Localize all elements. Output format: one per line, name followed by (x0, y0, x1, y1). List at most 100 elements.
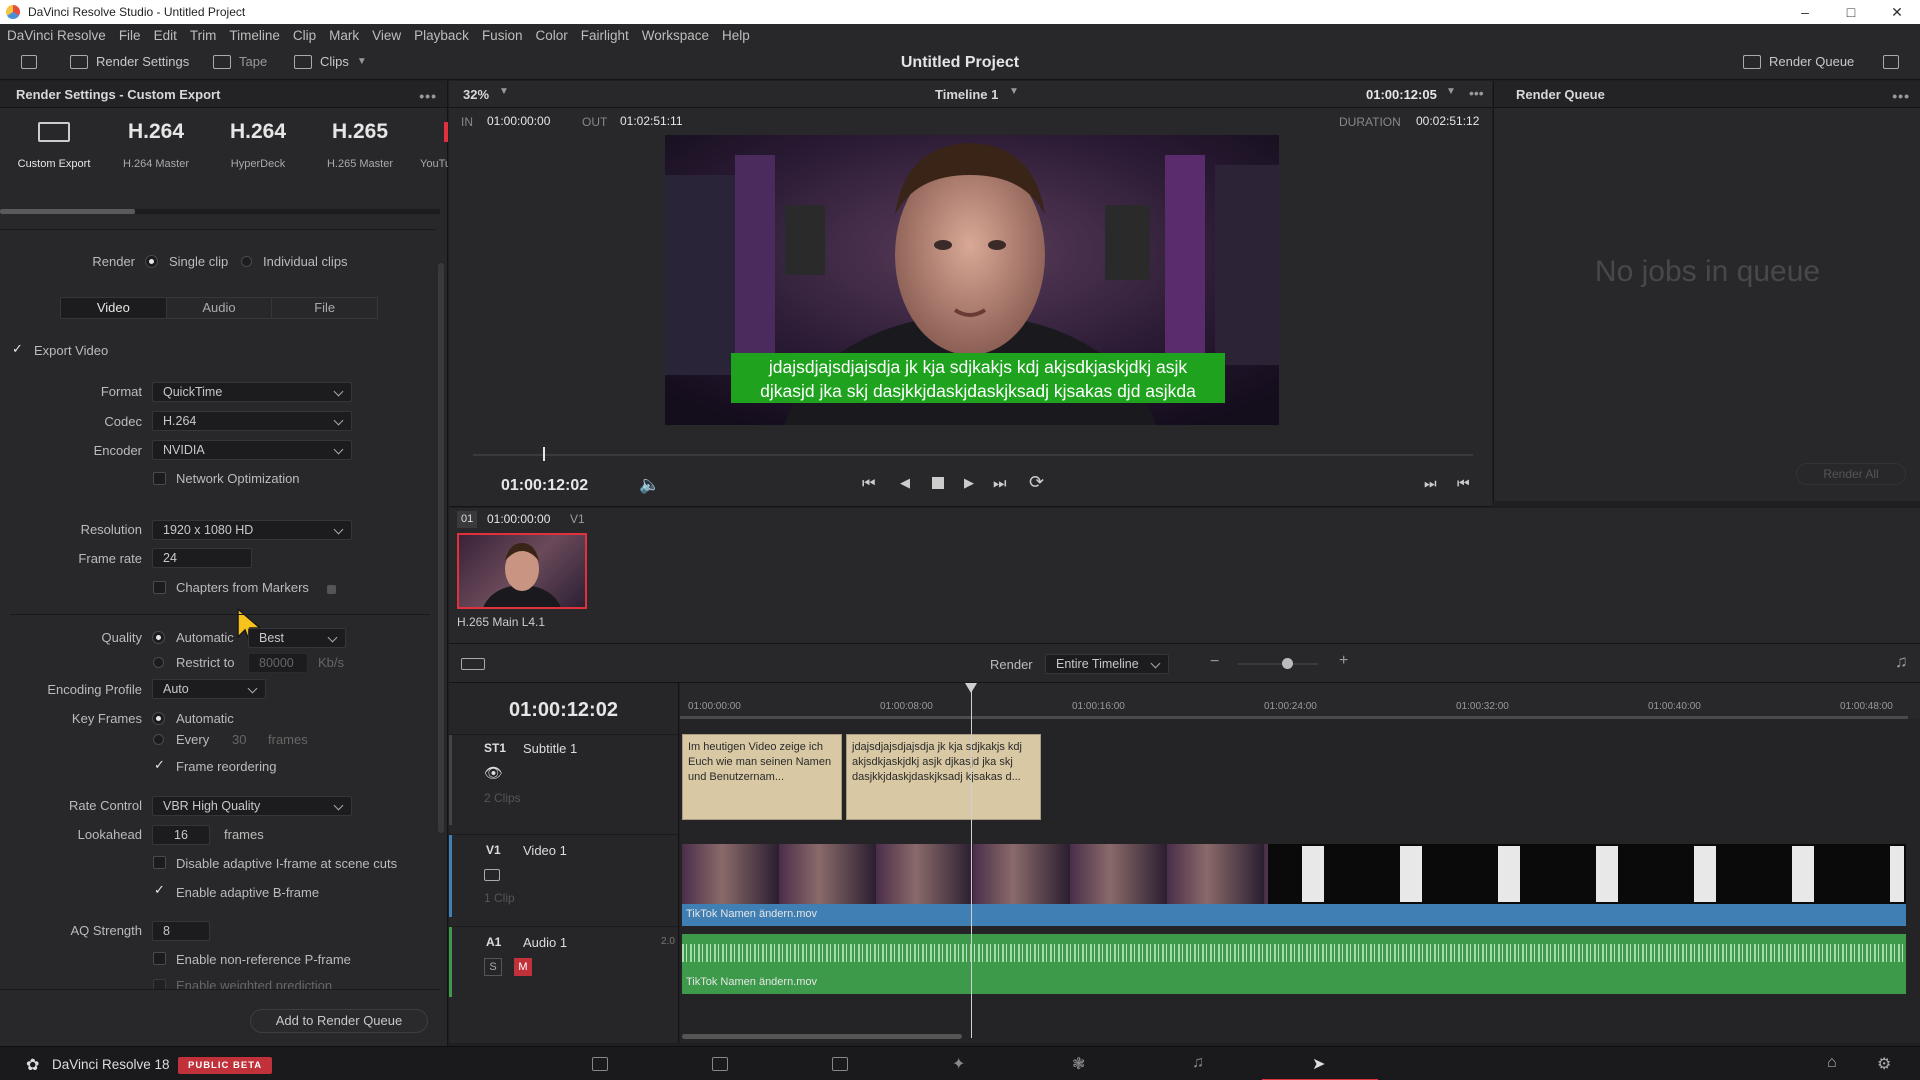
render-all-button[interactable]: Render All (1796, 463, 1906, 485)
adaptive-bframe-checkbox[interactable] (153, 882, 166, 898)
menu-view[interactable]: View (372, 28, 401, 43)
frame-reordering-checkbox[interactable] (153, 757, 166, 773)
restrict-bitrate-field[interactable]: 80000 (248, 653, 308, 673)
timeline-zoom-slider[interactable] (1238, 658, 1318, 669)
edit-page-icon[interactable] (832, 1057, 848, 1071)
menu-mark[interactable]: Mark (329, 28, 359, 43)
fusion-page-icon[interactable]: ✦ (952, 1054, 965, 1074)
settings-scrollbar[interactable] (438, 263, 444, 833)
close-button[interactable]: ✕ (1874, 0, 1920, 24)
monitor-icon[interactable] (21, 55, 37, 69)
next-clip-icon[interactable]: ⏭ (1424, 475, 1437, 492)
zoom-in-icon[interactable]: + (1339, 652, 1348, 670)
menu-file[interactable]: File (119, 28, 141, 43)
menu-workspace[interactable]: Workspace (642, 28, 709, 43)
color-page-icon[interactable]: ❃ (1072, 1054, 1085, 1074)
reverse-play-icon[interactable]: ◀ (900, 475, 910, 491)
add-to-render-queue-button[interactable]: Add to Render Queue (250, 1009, 428, 1033)
play-icon[interactable]: ▶ (964, 475, 974, 491)
subtitle-clip[interactable]: jdajsdjajsdjajsdja jk kja sdjkakjs kdj a… (846, 734, 1041, 820)
audio-track-name[interactable]: Audio 1 (523, 935, 567, 950)
menu-davinci[interactable]: DaVinci Resolve (7, 28, 106, 43)
encoding-profile-dropdown[interactable]: Auto (152, 679, 266, 699)
scrubber-track[interactable] (473, 447, 1473, 461)
scrubber-playhead[interactable] (543, 447, 545, 461)
more-options-icon[interactable]: ••• (419, 88, 437, 104)
framerate-field[interactable]: 24 (152, 548, 252, 568)
timeline-playhead[interactable] (965, 683, 977, 1038)
home-icon[interactable]: ⌂ (1827, 1054, 1837, 1072)
zoom-out-icon[interactable]: − (1210, 653, 1219, 671)
timeline-scrollbar[interactable] (682, 1034, 962, 1039)
timeline-ruler[interactable]: 01:00:00:00 01:00:08:00 01:00:16:00 01:0… (680, 683, 1920, 719)
keyframes-automatic-radio[interactable] (153, 713, 164, 724)
network-optimization-checkbox[interactable] (153, 472, 166, 485)
loop-icon[interactable]: ⟳ (1029, 472, 1044, 493)
solo-button[interactable]: S (484, 958, 502, 976)
nonref-pframe-checkbox[interactable] (153, 952, 166, 965)
preset-hyperdeck[interactable]: H.264 HyperDeck (208, 116, 308, 170)
tab-audio[interactable]: Audio (167, 298, 273, 318)
minimize-button[interactable]: – (1782, 0, 1828, 24)
video-output-icon[interactable] (484, 869, 500, 881)
settings-gear-icon[interactable]: ⚙ (1877, 1054, 1891, 1074)
codec-dropdown[interactable]: H.264 (152, 411, 352, 431)
restrict-to-radio[interactable] (153, 657, 164, 668)
quality-automatic-radio[interactable] (153, 632, 164, 643)
video-track-name[interactable]: Video 1 (523, 843, 567, 858)
video-preview[interactable]: jdajsdjajsdjajsdja jk kja sdjkakjs kdj a… (665, 135, 1279, 425)
menu-playback[interactable]: Playback (414, 28, 469, 43)
menu-color[interactable]: Color (535, 28, 567, 43)
menu-timeline[interactable]: Timeline (229, 28, 280, 43)
viewer-options-icon[interactable]: ••• (1469, 85, 1484, 101)
encoder-dropdown[interactable]: NVIDIA (152, 440, 352, 460)
eye-icon[interactable]: 👁 (484, 764, 503, 782)
marker-color-icon[interactable] (327, 585, 336, 594)
menu-fusion[interactable]: Fusion (482, 28, 523, 43)
menu-help[interactable]: Help (722, 28, 750, 43)
preset-h264-master[interactable]: H.264 H.264 Master (106, 116, 206, 170)
more-options-icon[interactable]: ••• (1892, 88, 1910, 104)
maximize-button[interactable]: □ (1828, 0, 1874, 24)
menu-trim[interactable]: Trim (190, 28, 217, 43)
tab-file[interactable]: File (272, 298, 377, 318)
cut-page-icon[interactable] (712, 1057, 728, 1071)
mute-button[interactable]: M (514, 958, 532, 976)
quality-preset-dropdown[interactable]: Best (248, 628, 346, 648)
fairlight-page-icon[interactable]: ♫ (1192, 1054, 1204, 1072)
menu-clip[interactable]: Clip (293, 28, 316, 43)
chevron-down-icon[interactable]: ▼ (1009, 86, 1019, 97)
menu-fairlight[interactable]: Fairlight (581, 28, 629, 43)
rate-control-dropdown[interactable]: VBR High Quality (152, 796, 352, 816)
zoom-slider-handle[interactable] (1282, 658, 1293, 669)
media-page-icon[interactable] (592, 1057, 608, 1071)
clips-button[interactable]: Clips ▼ (294, 54, 367, 69)
tab-video[interactable]: Video (61, 298, 167, 318)
timeline-selector[interactable]: Timeline 1 (935, 87, 998, 102)
preset-h265-master[interactable]: H.265 H.265 Master (310, 116, 410, 170)
keyframes-every-radio[interactable] (153, 734, 164, 745)
audio-icon[interactable]: ♫ (1895, 652, 1908, 672)
preset-youtube[interactable]: YouTu (410, 116, 448, 170)
individual-clips-radio[interactable] (241, 256, 252, 267)
aq-strength-field[interactable]: 8 (152, 921, 210, 941)
playhead-handle[interactable] (965, 683, 977, 693)
chevron-down-icon[interactable]: ▼ (1446, 86, 1456, 97)
subtitle-clip[interactable]: Im heutigen Video zeige ich Euch wie man… (682, 734, 842, 820)
single-clip-radio[interactable] (146, 256, 157, 267)
resolution-dropdown[interactable]: 1920 x 1080 HD (152, 520, 352, 540)
render-settings-button[interactable]: Render Settings (70, 54, 189, 69)
tape-button[interactable]: Tape (213, 54, 267, 69)
preset-scrollbar-thumb[interactable] (0, 209, 135, 214)
preset-scrollbar[interactable] (0, 209, 440, 214)
keyframes-every-field[interactable]: 30 (232, 732, 246, 747)
chevron-down-icon[interactable]: ▼ (499, 86, 509, 97)
volume-icon[interactable]: 🔈 (639, 475, 660, 495)
disable-iframe-checkbox[interactable] (153, 856, 166, 869)
clip-thumbnail[interactable] (457, 533, 587, 609)
menu-edit[interactable]: Edit (154, 28, 177, 43)
skip-start-icon[interactable]: ⏮ (862, 475, 876, 492)
render-queue-button[interactable]: Render Queue (1743, 54, 1854, 69)
prev-clip-icon[interactable]: ⏮ (1457, 475, 1470, 492)
timeline-view-icon[interactable] (461, 658, 485, 670)
